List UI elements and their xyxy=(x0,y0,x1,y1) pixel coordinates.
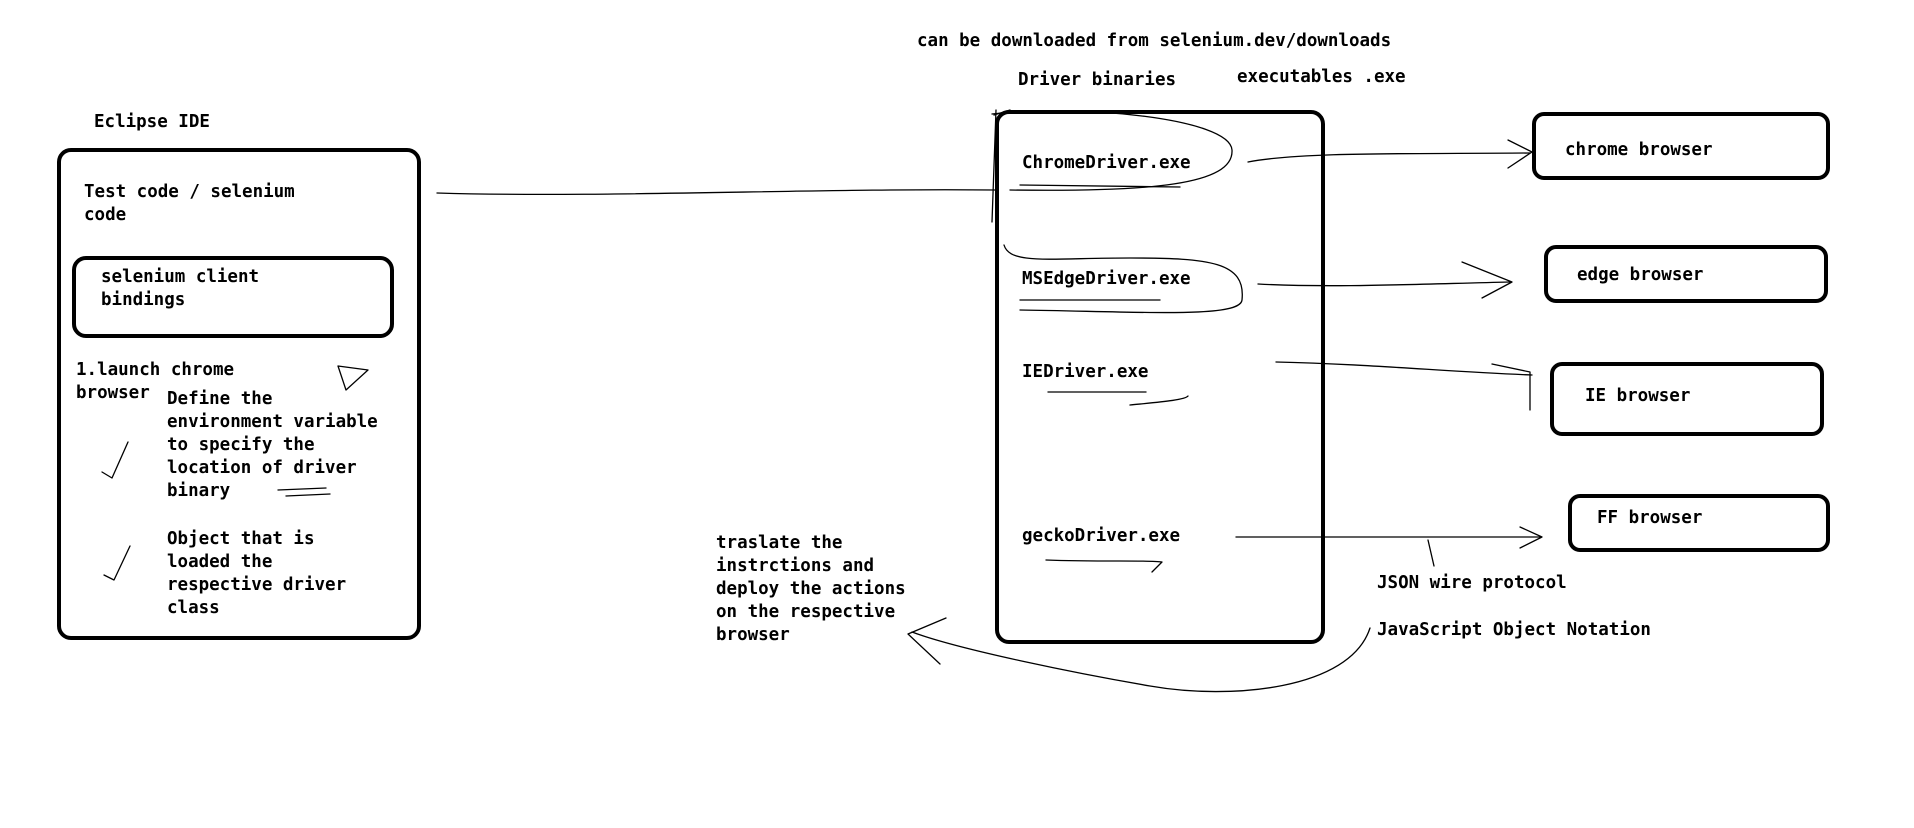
browser-ff-label: FF browser xyxy=(1597,508,1703,528)
json-expansion-label: JavaScript Object Notation xyxy=(1377,620,1651,640)
object-note: Object that is loaded the respective dri… xyxy=(167,529,347,618)
diagram-canvas: can be downloaded from selenium.dev/down… xyxy=(0,0,1914,828)
driver-binaries-label: Driver binaries xyxy=(1018,70,1177,90)
browser-edge-label: edge browser xyxy=(1577,265,1704,285)
json-branch-tick xyxy=(1427,539,1435,567)
arrowhead-chrome xyxy=(1507,139,1533,169)
arrowhead-edge xyxy=(1461,261,1513,299)
client-bindings-label: selenium client bindings xyxy=(101,267,260,310)
json-wire-protocol-label: JSON wire protocol xyxy=(1377,573,1567,593)
driver-msedgedriver: MSEdgeDriver.exe xyxy=(1022,269,1191,289)
arrowhead-ie xyxy=(1491,363,1531,411)
connector-eclipse-to-chromedriver xyxy=(436,189,996,196)
eclipse-title: Eclipse IDE xyxy=(94,112,210,132)
browser-ie-label: IE browser xyxy=(1585,386,1691,406)
download-note: can be downloaded from selenium.dev/down… xyxy=(917,31,1392,51)
test-code-label: Test code / selenium code xyxy=(84,182,295,225)
driver-geckodriver: geckoDriver.exe xyxy=(1022,526,1181,546)
translate-note: traslate the instrctions and deploy the … xyxy=(716,533,906,645)
executables-label: executables .exe xyxy=(1237,67,1406,87)
browser-chrome-label: chrome browser xyxy=(1565,140,1713,160)
driver-chromedriver: ChromeDriver.exe xyxy=(1022,153,1191,173)
env-variable-note: Define the environment variable to speci… xyxy=(167,389,378,501)
driver-iedriver: IEDriver.exe xyxy=(1022,362,1149,382)
